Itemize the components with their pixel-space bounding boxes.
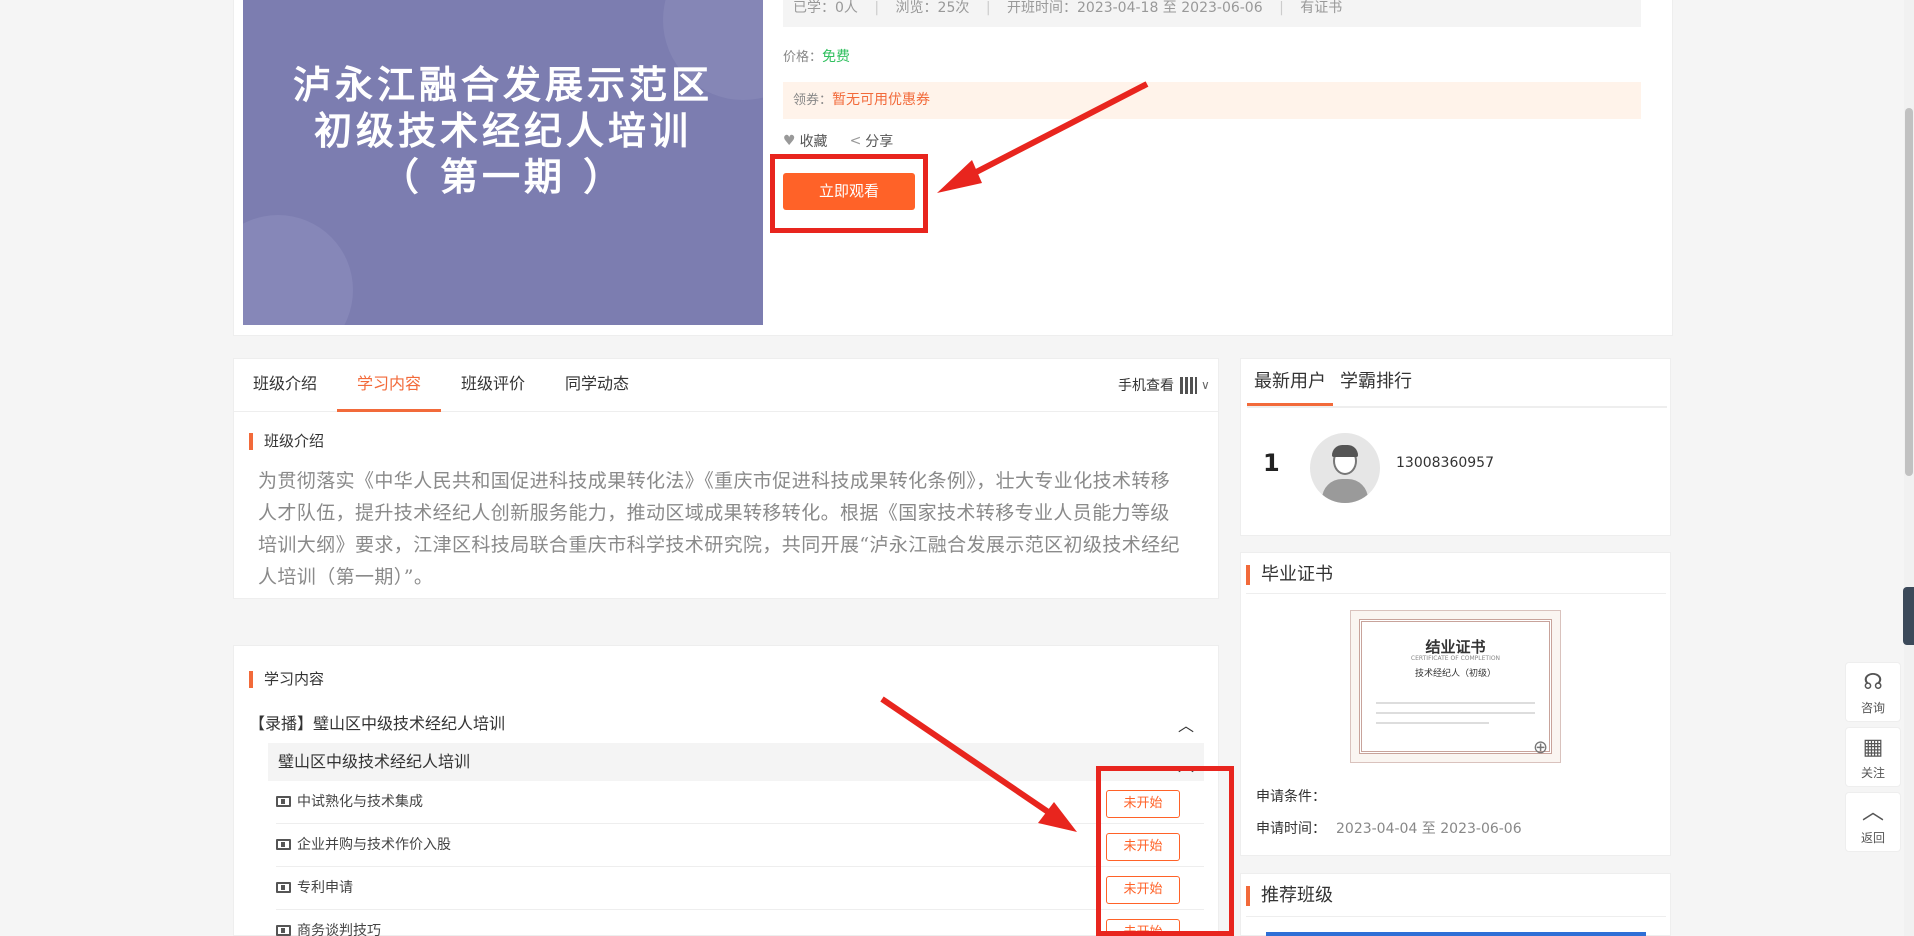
- follow-label: 关注: [1860, 766, 1885, 780]
- qrcode-icon: ▦: [1862, 735, 1884, 760]
- annotation-arrow: [880, 696, 1059, 821]
- back-label: 返回: [1860, 831, 1885, 845]
- back-to-top-button[interactable]: ︿ 返回: [1845, 792, 1901, 852]
- consult-label: 咨询: [1860, 701, 1885, 715]
- scrollbar-thumb[interactable]: [1905, 108, 1913, 476]
- annotation-arrow: [953, 81, 1149, 186]
- annotation-arrows: [880, 81, 1149, 832]
- headset-icon: ☊: [1863, 670, 1883, 695]
- chevron-up-icon: ︿: [1861, 800, 1884, 825]
- edge-widget[interactable]: [1903, 587, 1914, 645]
- consult-button[interactable]: ☊ 咨询: [1845, 662, 1901, 722]
- annotation-arrowhead: [937, 160, 982, 193]
- follow-button[interactable]: ▦ 关注: [1845, 727, 1901, 787]
